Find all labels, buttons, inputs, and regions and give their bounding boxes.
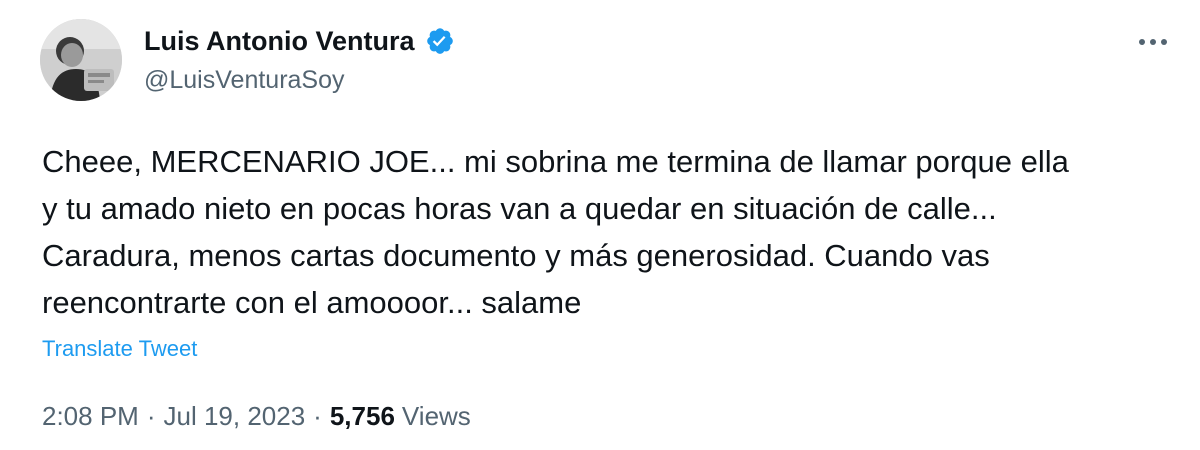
more-options-button[interactable] [1130, 22, 1176, 62]
tweet-text-line: reencontrarte con el amoooor... salame [42, 285, 582, 320]
meta-separator: · [146, 401, 156, 431]
avatar[interactable] [40, 19, 122, 101]
author-name[interactable]: Luis Antonio Ventura [144, 24, 455, 58]
tweet-text-line: Cheee, MERCENARIO JOE... mi sobrina me t… [42, 144, 1069, 179]
author-handle[interactable]: @LuisVenturaSoy [144, 64, 345, 96]
views-count[interactable]: 5,756 [330, 398, 395, 434]
translate-tweet-link[interactable]: Translate Tweet [42, 334, 197, 364]
more-horizontal-icon [1139, 39, 1167, 45]
verified-badge-icon[interactable] [425, 26, 455, 56]
meta-separator: · [313, 401, 322, 431]
tweet-card: Luis Antonio Ventura @LuisVenturaSoy Che… [0, 0, 1200, 450]
profile-photo-icon [40, 19, 122, 101]
tweet-text-line: Caradura, menos cartas documento y más g… [42, 238, 990, 273]
author-name-text: Luis Antonio Ventura [144, 26, 415, 56]
tweet-meta: 2:08 PM · Jul 19, 2023 · 5,756 Views [42, 398, 471, 434]
tweet-date[interactable]: Jul 19, 2023 [164, 398, 306, 434]
tweet-time[interactable]: 2:08 PM [42, 398, 139, 434]
tweet-text: Cheee, MERCENARIO JOE... mi sobrina me t… [42, 138, 1172, 326]
tweet-text-line: y tu amado nieto en pocas horas van a qu… [42, 191, 997, 226]
views-label[interactable]: Views [402, 398, 471, 434]
